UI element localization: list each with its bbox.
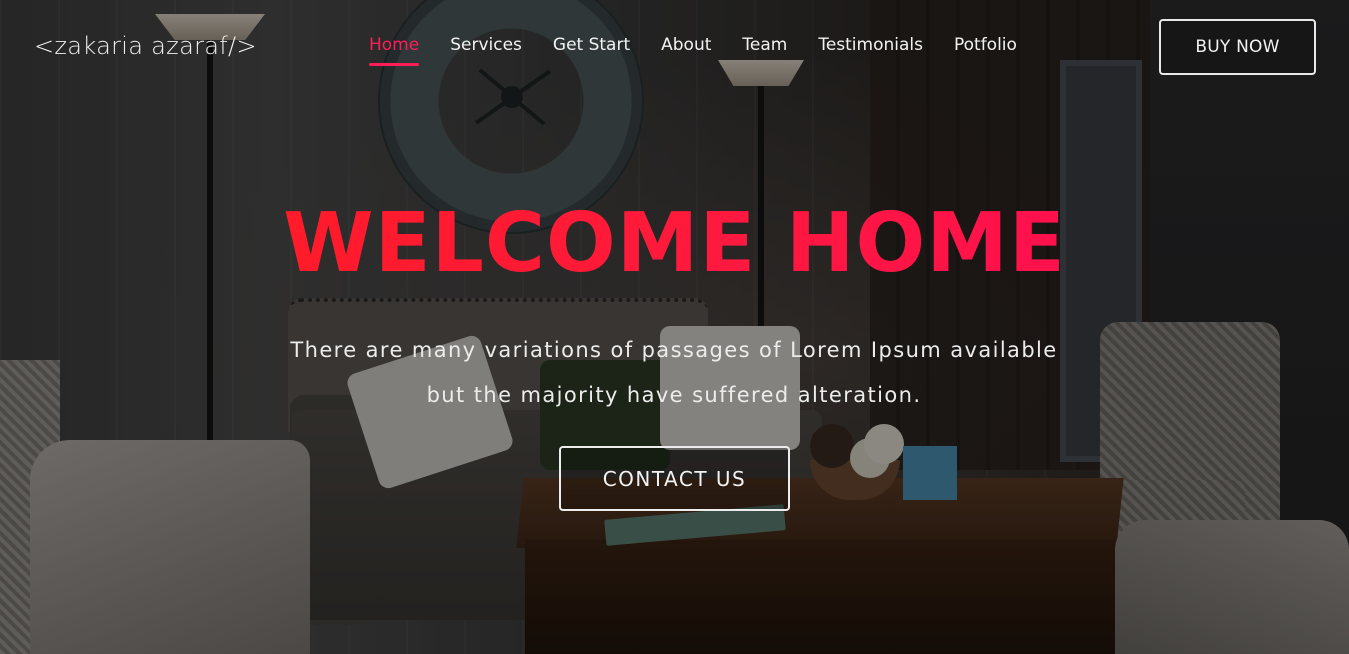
nav-item-team[interactable]: Team	[742, 35, 787, 55]
nav-item-home[interactable]: Home	[369, 35, 420, 66]
contact-us-button[interactable]: CONTACT US	[559, 446, 790, 511]
nav-item-portfolio[interactable]: Potfolio	[954, 35, 1017, 55]
hero-subtitle-line-2: but the majority have suffered alteratio…	[426, 383, 922, 407]
hero-headline: WELCOME HOME	[0, 196, 1349, 291]
nav-item-testimonials[interactable]: Testimonials	[818, 35, 923, 55]
hero-subtitle: There are many variations of passages of…	[224, 328, 1124, 418]
nav-item-get-start[interactable]: Get Start	[553, 35, 630, 55]
buy-now-button[interactable]: BUY NOW	[1159, 19, 1316, 75]
hero-subtitle-line-1: There are many variations of passages of…	[290, 338, 1058, 362]
nav-item-about[interactable]: About	[661, 35, 711, 55]
nav-item-services[interactable]: Services	[450, 35, 522, 55]
navbar: <zakaria azaraf/> Home Services Get Star…	[0, 0, 1349, 95]
hero-section: <zakaria azaraf/> Home Services Get Star…	[0, 0, 1349, 654]
brand-logo[interactable]: <zakaria azaraf/>	[34, 32, 257, 60]
main-nav: Home Services Get Start About Team Testi…	[369, 35, 1017, 66]
